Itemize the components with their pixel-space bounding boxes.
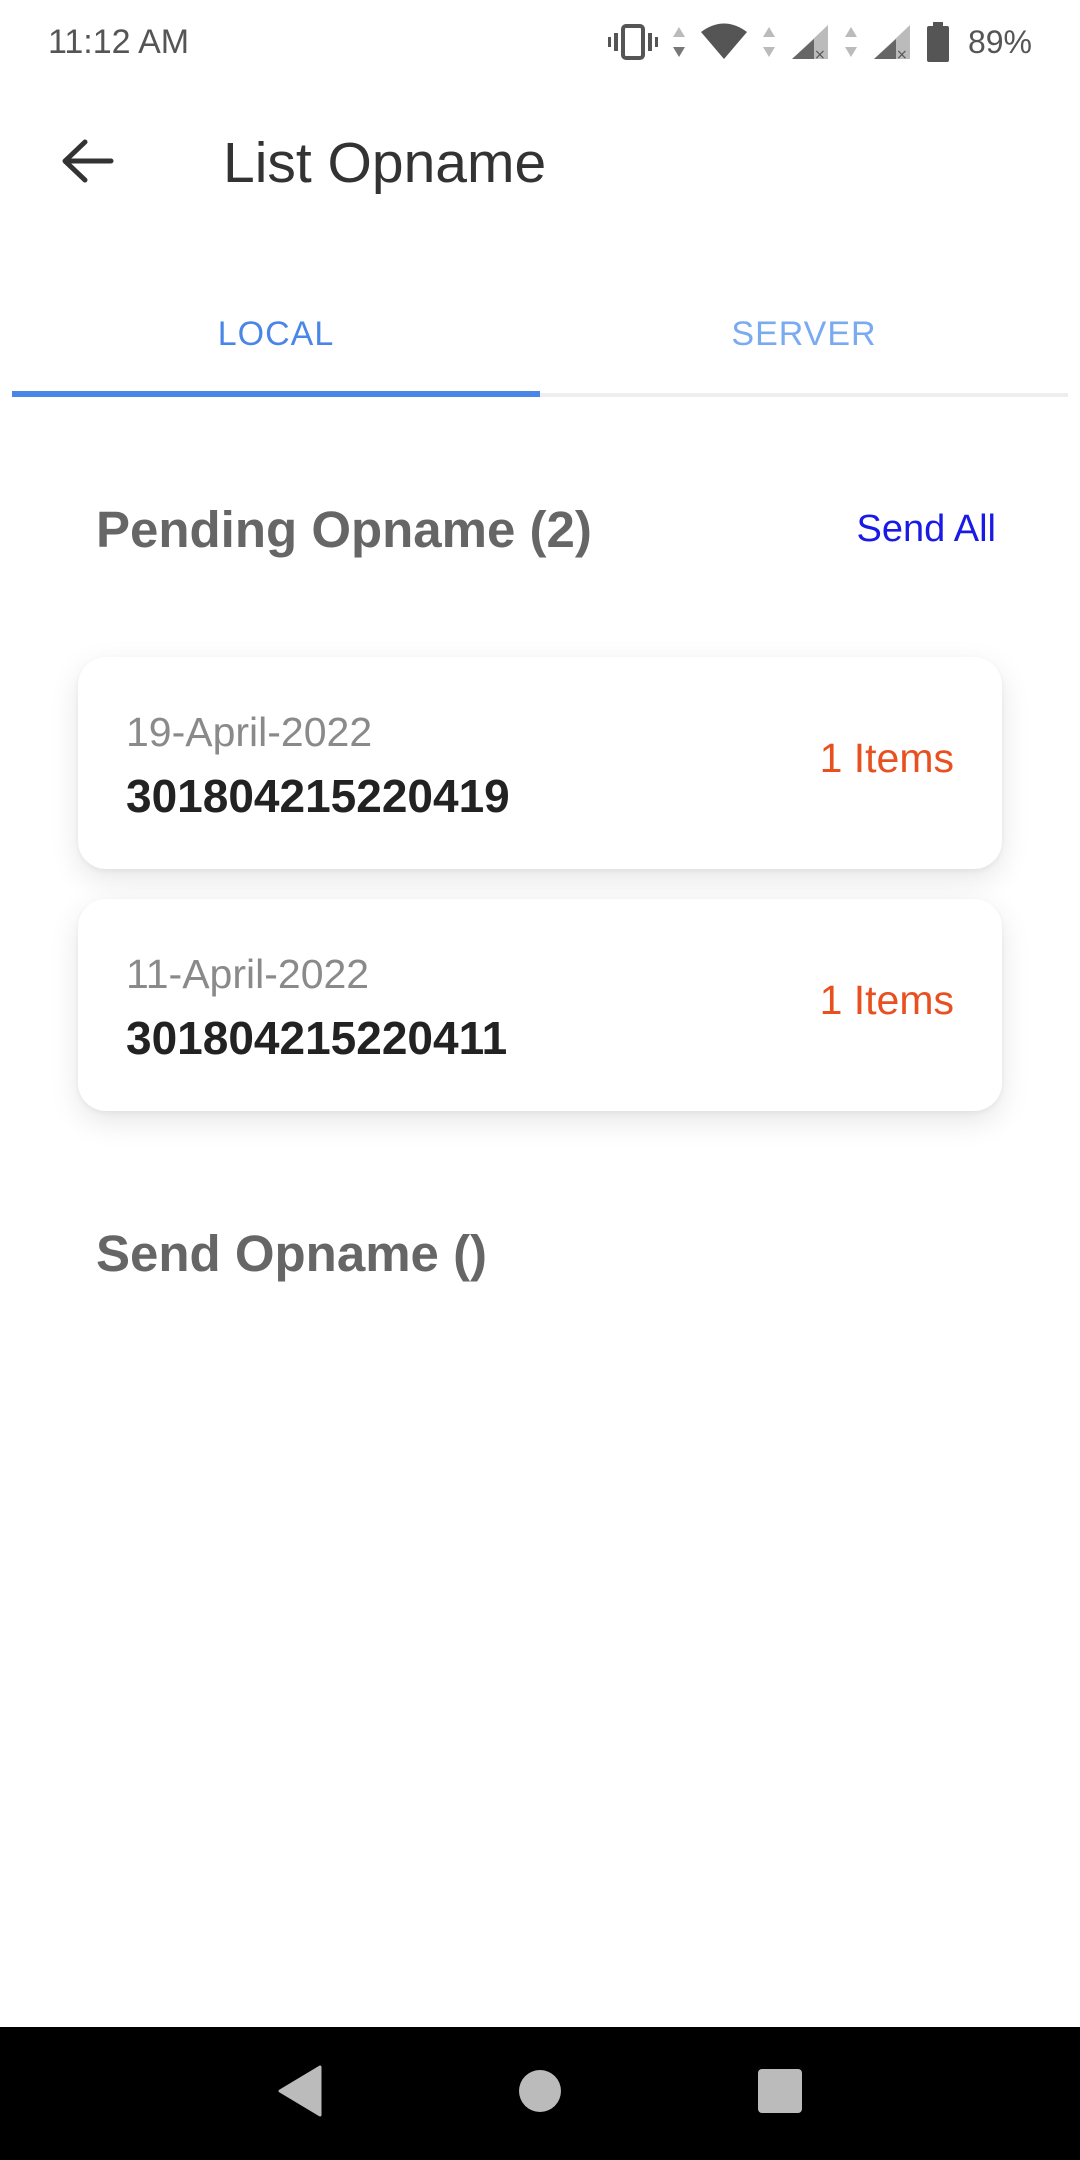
nav-back-button[interactable]: [255, 2049, 345, 2139]
sent-section-title: Send Opname (): [96, 1225, 488, 1282]
status-bar: 11:12 AM × × 89%: [0, 0, 1080, 84]
page-title: List Opname: [223, 131, 547, 195]
home-circle-icon: [517, 2068, 563, 2119]
opname-items-count: 1 Items: [819, 735, 954, 781]
tab-bar: LOCAL SERVER: [12, 275, 1068, 397]
opname-date: 19-April-2022: [126, 709, 373, 755]
signal-icon: ×: [790, 23, 830, 61]
send-all-button[interactable]: Send All: [857, 508, 996, 551]
nav-recents-button[interactable]: [735, 2049, 825, 2139]
vibrate-icon: [607, 22, 658, 62]
app-bar: List Opname: [0, 100, 1080, 230]
status-time: 11:12 AM: [48, 22, 190, 61]
list-item[interactable]: 19-April-2022 301804215220419 1 Items: [78, 657, 1002, 869]
status-icons: × × 89%: [607, 22, 1032, 62]
nav-home-button[interactable]: [495, 2049, 585, 2139]
pending-section-header: Pending Opname (2) Send All: [96, 500, 996, 559]
signal-icon: ×: [872, 23, 912, 61]
tab-indicator: [12, 391, 540, 397]
data-arrows-icon: [672, 25, 686, 59]
battery-icon: [926, 22, 950, 62]
opname-items-count: 1 Items: [819, 977, 954, 1023]
opname-code: 301804215220411: [126, 1012, 508, 1064]
data-arrows-icon: [844, 25, 858, 59]
back-triangle-icon: [278, 2065, 322, 2122]
opname-date: 11-April-2022: [126, 951, 370, 997]
svg-text:×: ×: [896, 47, 908, 61]
arrow-back-icon: [59, 136, 115, 191]
system-nav-bar: [0, 2027, 1080, 2160]
svg-text:×: ×: [814, 47, 826, 61]
wifi-icon: [700, 23, 748, 61]
sent-section-header: Send Opname (): [96, 1224, 996, 1283]
opname-code: 301804215220419: [126, 770, 510, 822]
battery-percentage: 89%: [967, 23, 1032, 60]
tab-server[interactable]: SERVER: [540, 275, 1068, 393]
recents-square-icon: [757, 2068, 803, 2119]
back-button[interactable]: [52, 128, 122, 198]
screen: 11:12 AM × × 89% List Opname LOCAL SERVE…: [0, 0, 1080, 2160]
tab-local[interactable]: LOCAL: [12, 275, 540, 393]
data-arrows-icon: [762, 25, 776, 59]
pending-section-title: Pending Opname (2): [96, 501, 592, 558]
list-item[interactable]: 11-April-2022 301804215220411 1 Items: [78, 899, 1002, 1111]
